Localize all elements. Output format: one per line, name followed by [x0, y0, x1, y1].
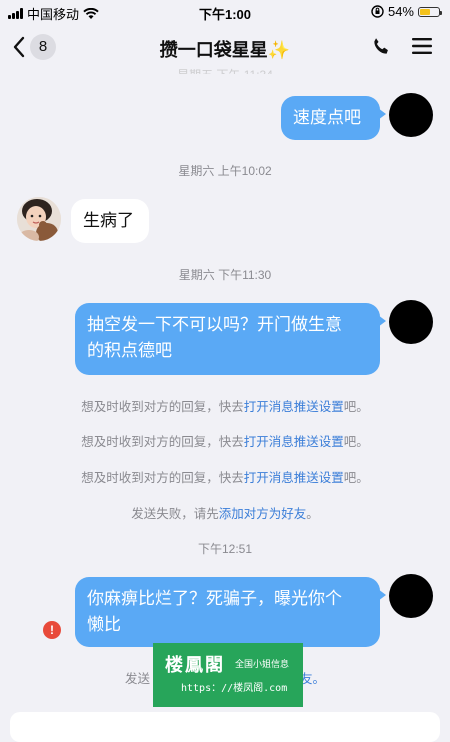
watermark-title: 楼鳳閣 [165, 655, 225, 676]
note-text: 吧。 [343, 400, 369, 414]
note-text: 想及时收到对方的回复，快去 [81, 471, 244, 485]
my-avatar[interactable] [389, 93, 433, 137]
nav-bar: 8 攒一口袋星星✨ [0, 24, 450, 72]
push-notification-note: 想及时收到对方的回复，快去打开消息推送设置吧。 [0, 431, 450, 450]
message-text-line: 的积点德吧 [87, 341, 172, 360]
push-settings-link[interactable]: 打开消息推送设置 [244, 471, 344, 485]
message-input[interactable] [10, 712, 440, 742]
add-friend-link[interactable]: 友。 [300, 672, 325, 686]
message-bubble-outgoing[interactable]: 速度点吧 [281, 96, 386, 140]
message-bubble-incoming[interactable]: 生病了 [71, 199, 149, 243]
message-bubble-outgoing[interactable]: 你麻痹比烂了？死骗子，曝光你个 懒比 [75, 577, 386, 647]
orientation-lock-icon [371, 5, 384, 18]
message-text-line: 抽空发一下不可以吗？开门做生意 [87, 315, 342, 334]
note-text: 吧。 [343, 471, 369, 485]
message-timestamp: 下午12:51 [197, 542, 253, 556]
faded-timestamp: 星期五 下午 11:34 [0, 66, 450, 74]
push-notification-note: 想及时收到对方的回复，快去打开消息推送设置吧。 [0, 396, 450, 415]
send-failed-icon[interactable]: ! [43, 621, 61, 639]
message-bubble-outgoing[interactable]: 抽空发一下不可以吗？开门做生意 的积点德吧 [75, 303, 386, 375]
message-text-line: 你麻痹比烂了？死骗子，曝光你个 [87, 589, 342, 608]
push-settings-link[interactable]: 打开消息推送设置 [244, 400, 344, 414]
message-text: 速度点吧 [293, 108, 361, 127]
bubble-tail [378, 589, 386, 601]
message-timestamp: 星期六 下午11:30 [178, 268, 272, 282]
note-text: 吧。 [343, 435, 369, 449]
menu-icon[interactable] [412, 37, 432, 55]
add-friend-link[interactable]: 添加对方为好友 [219, 507, 307, 521]
note-text: 发送 [124, 672, 150, 686]
note-text: 。 [306, 507, 319, 521]
push-notification-note: 想及时收到对方的回复，快去打开消息推送设置吧。 [0, 467, 450, 486]
my-avatar[interactable] [389, 574, 433, 618]
status-bar: 中国移动 下午1:00 54% [0, 0, 450, 24]
push-settings-link[interactable]: 打开消息推送设置 [244, 435, 344, 449]
contact-avatar[interactable] [17, 197, 61, 241]
battery-percent: 54% [387, 4, 414, 19]
message-text-line: 懒比 [87, 615, 121, 634]
watermark-logo: 楼鳳閣 全国小姐信息 https：//楼凤阁.com [153, 643, 303, 707]
note-text: 想及时收到对方的回复，快去 [81, 435, 244, 449]
bubble-tail [378, 315, 386, 327]
contact-avatar-image [17, 197, 61, 241]
battery-icon [418, 6, 442, 17]
my-avatar[interactable] [389, 300, 433, 344]
message-text: 生病了 [83, 211, 134, 230]
message-timestamp: 星期六 上午10:02 [178, 164, 272, 178]
watermark-subtitle: 全国小姐信息 [235, 660, 290, 670]
phone-icon[interactable] [370, 36, 392, 58]
bubble-tail [378, 108, 386, 120]
note-text: 发送失败，请先 [131, 507, 219, 521]
send-failed-note: 发送失败，请先添加对方为好友。 [0, 503, 450, 522]
watermark-url: https：//楼凤阁.com [181, 683, 288, 694]
note-text: 想及时收到对方的回复，快去 [81, 400, 244, 414]
